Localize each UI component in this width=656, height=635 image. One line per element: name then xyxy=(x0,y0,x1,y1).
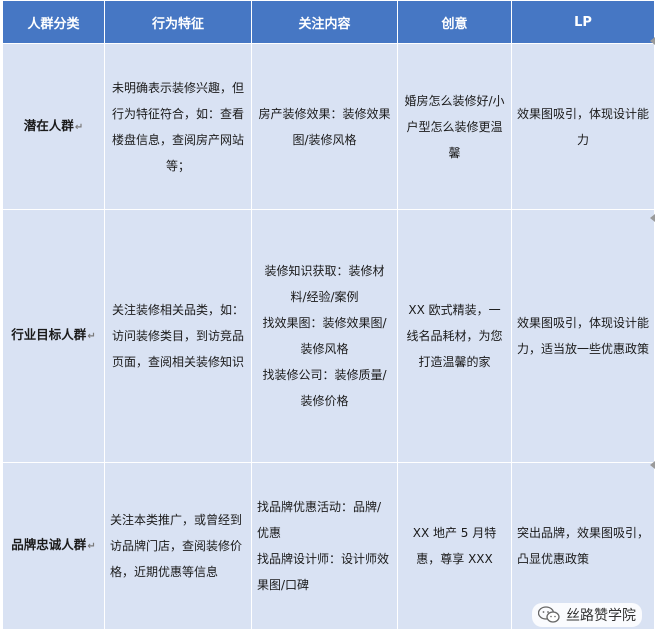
behavior-cell: 关注装修相关品类，如：访问装修类目，到访竞品页面，查阅相关装修知识 xyxy=(104,209,252,463)
creative-cell: 婚房怎么装修好/小户型怎么装修更温馨 xyxy=(397,43,512,210)
creative-cell: XX 欧式精装，一线名品耗材，为您打造温馨的家 xyxy=(397,209,512,463)
behavior-cell: 关注本类推广，或曾经到访品牌门店，查阅装修价格，近期优惠等信息 xyxy=(104,462,252,630)
watermark-text: 丝路赞学院 xyxy=(566,608,636,624)
column-header: 关注内容 xyxy=(251,0,398,44)
lp-cell: 效果图吸引，体现设计能力，适当放一些优惠政策 xyxy=(511,209,655,463)
watermark: 丝路赞学院 xyxy=(532,603,642,627)
focus-cell: 找品牌优惠活动：品牌/优惠 找品牌设计师：设计师效果图/口碑 xyxy=(251,462,398,630)
segment-cell: 品牌忠诚人群↵ xyxy=(2,462,105,630)
table-row: 潜在人群↵ 未明确表示装修兴趣，但行为特征符合，如：查看楼盘信息，查阅房产网站等… xyxy=(2,43,655,210)
column-header: 行为特征 xyxy=(104,0,252,44)
lp-cell: 效果图吸引，体现设计能力 xyxy=(511,43,655,210)
behavior-cell: 未明确表示装修兴趣，但行为特征符合，如：查看楼盘信息，查阅房产网站等； xyxy=(104,43,252,210)
column-header: 人群分类 xyxy=(2,0,105,44)
row-marker-icon xyxy=(650,37,655,45)
table-row: 行业目标人群↵ 关注装修相关品类，如：访问装修类目，到访竞品页面，查阅相关装修知… xyxy=(2,209,655,463)
row-marker-icon xyxy=(650,461,655,469)
audience-table: 人群分类 行为特征 关注内容 创意 LP 潜在人群↵ 未明确表示装修兴趣，但行为… xyxy=(2,0,655,630)
wechat-icon xyxy=(538,606,560,623)
segment-cell: 行业目标人群↵ xyxy=(2,209,105,463)
column-header: LP xyxy=(511,0,655,44)
focus-cell: 装修知识获取：装修材料/经验/案例 找效果图：装修效果图/装修风格 找装修公司：… xyxy=(251,209,398,463)
table-header-row: 人群分类 行为特征 关注内容 创意 LP xyxy=(2,0,655,44)
row-marker-icon xyxy=(650,214,655,222)
creative-cell: XX 地产 5 月特惠，尊享 XXX xyxy=(397,462,512,630)
column-header: 创意 xyxy=(397,0,512,44)
segment-cell: 潜在人群↵ xyxy=(2,43,105,210)
focus-cell: 房产装修效果：装修效果图/装修风格 xyxy=(251,43,398,210)
